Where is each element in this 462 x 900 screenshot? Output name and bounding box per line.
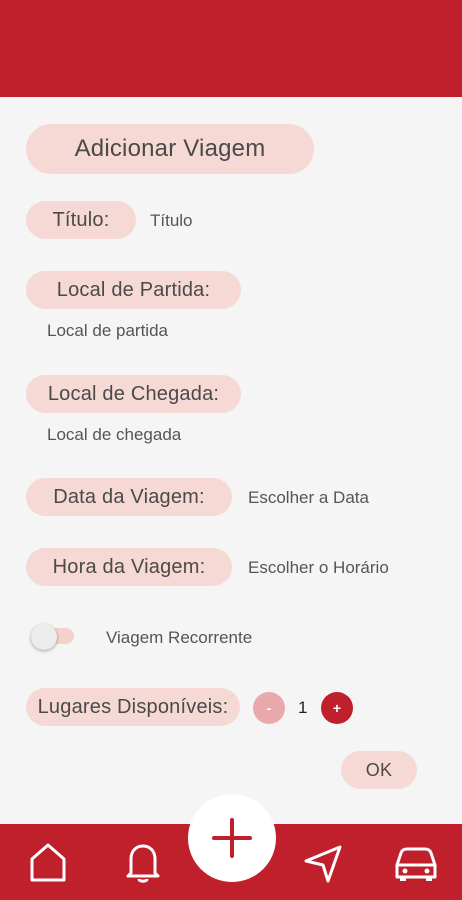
partida-label: Local de Partida: (26, 271, 241, 309)
data-label: Data da Viagem: (26, 478, 232, 516)
increment-button[interactable]: + (321, 692, 353, 724)
seats-count: 1 (298, 698, 308, 717)
partida-input[interactable]: Local de partida (47, 321, 168, 341)
bell-icon[interactable] (121, 840, 165, 886)
home-icon[interactable] (26, 840, 70, 884)
ok-button[interactable]: OK (341, 751, 417, 789)
decrement-button[interactable]: - (253, 692, 285, 724)
top-app-bar (0, 0, 462, 97)
plus-icon (212, 818, 252, 858)
chegada-input[interactable]: Local de chegada (47, 425, 181, 445)
car-icon[interactable] (393, 842, 439, 884)
time-picker[interactable]: Escolher o Horário (248, 558, 389, 578)
lugares-label: Lugares Disponíveis: (26, 688, 240, 726)
add-trip-fab[interactable] (188, 794, 276, 882)
page-title: Adicionar Viagem (26, 124, 314, 174)
titulo-input[interactable]: Título (150, 211, 193, 231)
hora-label: Hora da Viagem: (26, 548, 232, 586)
navigation-arrow-icon[interactable] (301, 842, 345, 884)
recurring-label: Viagem Recorrente (106, 628, 253, 647)
titulo-label: Título: (26, 201, 136, 239)
date-picker[interactable]: Escolher a Data (248, 488, 369, 508)
chegada-label: Local de Chegada: (26, 375, 241, 413)
switch-knob (31, 624, 57, 650)
